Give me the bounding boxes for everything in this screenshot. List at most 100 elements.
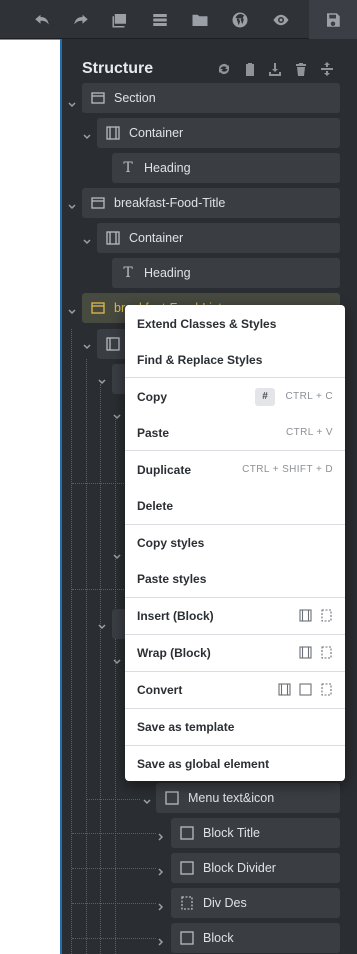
structure-title: Structure xyxy=(82,60,154,77)
menu-item-label: Save as global element xyxy=(137,756,270,771)
eye-icon[interactable] xyxy=(261,0,301,39)
tree-item-block[interactable]: Block xyxy=(171,923,340,953)
tree-guide xyxy=(72,833,156,834)
tree-item-block[interactable]: Menu text&icon xyxy=(156,783,340,813)
collapse-toggle[interactable] xyxy=(67,199,77,210)
block-icon xyxy=(180,861,194,875)
menu-item-label: Insert (Block) xyxy=(137,608,214,623)
menu-item-extend-classes[interactable]: Extend Classes & Styles xyxy=(125,305,345,342)
section-icon xyxy=(91,301,105,315)
shortcut-label: CTRL + SHIFT + D xyxy=(242,464,333,475)
tree-item-div[interactable]: Div Des xyxy=(171,888,340,918)
menu-item-save-global[interactable]: Save as global element xyxy=(125,745,345,782)
list-icon[interactable] xyxy=(140,0,180,39)
menu-item-wrap-block[interactable]: Wrap (Block) xyxy=(125,634,345,671)
block-option-icon[interactable] xyxy=(299,683,312,696)
refresh-icon[interactable] xyxy=(216,61,232,77)
tree-item-label: Section xyxy=(114,91,156,105)
tree-guide xyxy=(71,329,72,954)
tree-item-section[interactable]: Section xyxy=(82,83,340,113)
collapse-icon[interactable] xyxy=(319,61,335,77)
tree-item-heading[interactable]: T Heading xyxy=(112,258,340,288)
tree-item-container[interactable]: Container xyxy=(97,118,340,148)
expand-toggle[interactable] xyxy=(156,864,166,876)
tree-item-block[interactable]: Block Divider xyxy=(171,853,340,883)
tree-item-section[interactable]: breakfast-Food-Title xyxy=(82,188,340,218)
menu-item-paste-styles[interactable]: Paste styles xyxy=(125,560,345,597)
expand-toggle[interactable] xyxy=(156,899,166,911)
menu-item-label: Extend Classes & Styles xyxy=(137,316,277,331)
menu-item-copy-styles[interactable]: Copy styles xyxy=(125,524,345,561)
context-menu: Extend Classes & Styles Find & Replace S… xyxy=(125,305,345,781)
copy-id-badge[interactable]: # xyxy=(255,387,275,406)
tree-guide xyxy=(86,359,87,954)
tree-item-heading[interactable]: T Heading xyxy=(112,153,340,183)
container-icon xyxy=(106,337,120,351)
div-option-icon[interactable] xyxy=(320,646,333,659)
div-option-icon[interactable] xyxy=(320,683,333,696)
menu-item-insert-block[interactable]: Insert (Block) xyxy=(125,597,345,634)
block-icon xyxy=(180,931,194,945)
tree-guide xyxy=(115,419,116,954)
div-icon xyxy=(180,896,194,910)
collapse-toggle[interactable] xyxy=(112,654,122,665)
tree-item-label: Container xyxy=(129,126,184,140)
menu-item-save-template[interactable]: Save as template xyxy=(125,708,345,745)
menu-item-label: Delete xyxy=(137,498,174,513)
tree-item-label: Container xyxy=(129,231,184,245)
menu-item-label: Paste styles xyxy=(137,571,207,586)
container-icon xyxy=(106,126,120,140)
shortcut-label: CTRL + C xyxy=(285,391,333,402)
collapse-toggle[interactable] xyxy=(112,409,122,420)
container-option-icon[interactable] xyxy=(278,683,291,696)
menu-item-duplicate[interactable]: Duplicate CTRL + SHIFT + D xyxy=(125,451,345,488)
container-option-icon[interactable] xyxy=(299,609,312,622)
menu-item-label: Find & Replace Styles xyxy=(137,352,263,367)
collapse-toggle[interactable] xyxy=(112,549,122,560)
container-icon xyxy=(106,231,120,245)
menu-item-label: Copy xyxy=(137,389,167,404)
menu-item-delete[interactable]: Delete xyxy=(125,487,345,524)
tree-item-block[interactable]: Block Title xyxy=(171,818,340,848)
block-icon xyxy=(165,791,179,805)
collapse-toggle[interactable] xyxy=(82,129,92,140)
menu-item-find-replace-styles[interactable]: Find & Replace Styles xyxy=(125,341,345,378)
tree-item-label: Heading xyxy=(144,161,191,175)
collapse-toggle[interactable] xyxy=(142,794,152,805)
div-option-icon[interactable] xyxy=(320,609,333,622)
heading-icon: T xyxy=(123,160,133,176)
menu-item-label: Paste xyxy=(137,425,170,440)
tree-guide xyxy=(72,589,130,590)
collapse-toggle[interactable] xyxy=(67,97,77,108)
builder-canvas[interactable] xyxy=(0,39,61,954)
clipboard-icon[interactable] xyxy=(242,61,258,77)
menu-item-label: Convert xyxy=(137,682,183,697)
image-icon[interactable] xyxy=(100,0,140,39)
collapse-toggle[interactable] xyxy=(97,619,107,630)
download-icon[interactable] xyxy=(267,61,283,77)
collapse-toggle[interactable] xyxy=(97,374,107,385)
container-option-icon[interactable] xyxy=(299,646,312,659)
heading-icon: T xyxy=(123,265,133,281)
section-icon xyxy=(91,91,105,105)
collapse-toggle[interactable] xyxy=(67,304,77,315)
collapse-toggle[interactable] xyxy=(82,339,92,350)
menu-item-copy[interactable]: Copy # CTRL + C xyxy=(125,378,345,415)
tree-guide xyxy=(86,799,140,800)
menu-item-label: Copy styles xyxy=(137,535,205,550)
menu-item-paste[interactable]: Paste CTRL + V xyxy=(125,414,345,451)
redo-icon[interactable] xyxy=(61,0,101,39)
expand-toggle[interactable] xyxy=(156,829,166,841)
undo-icon[interactable] xyxy=(22,0,62,39)
folder-icon[interactable] xyxy=(180,0,220,39)
tree-item-label: Div Des xyxy=(203,896,247,910)
trash-icon[interactable] xyxy=(293,61,309,77)
tree-item-label: Block xyxy=(203,931,234,945)
wordpress-icon[interactable] xyxy=(220,0,260,39)
menu-item-convert[interactable]: Convert xyxy=(125,671,345,708)
expand-toggle[interactable] xyxy=(156,934,166,946)
save-icon[interactable] xyxy=(309,0,357,39)
collapse-toggle[interactable] xyxy=(82,234,92,245)
tree-guide xyxy=(72,938,156,939)
tree-item-container[interactable]: Container xyxy=(97,223,340,253)
